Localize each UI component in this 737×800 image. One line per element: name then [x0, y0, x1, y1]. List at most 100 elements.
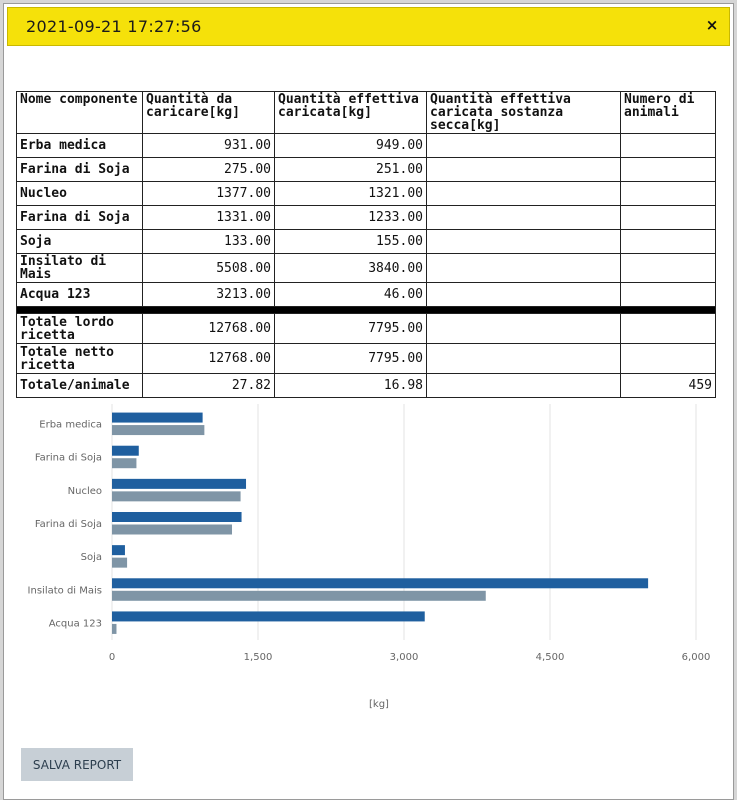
bar-quantita-effettiva[interactable]: [112, 524, 233, 535]
table-row: Totale netto ricetta 12768.00 7795.00: [16, 343, 716, 374]
bar-quantita-da-caricare[interactable]: [112, 478, 247, 489]
bar-quantita-da-caricare[interactable]: [112, 445, 139, 456]
save-report-button[interactable]: SALVA REPORT: [21, 748, 133, 781]
x-axis-label: [kg]: [369, 699, 389, 710]
value-cell: [426, 313, 621, 344]
value-cell: 1321.00: [274, 181, 427, 206]
category-label: Soja: [81, 552, 102, 563]
value-cell: 3840.00: [274, 253, 427, 283]
bar-quantita-effettiva[interactable]: [112, 623, 117, 634]
bar-quantita-da-caricare[interactable]: [112, 512, 242, 522]
bar-quantita-da-caricare[interactable]: [112, 412, 203, 423]
value-cell: [426, 157, 621, 182]
report-table: Nome componente Quantità da caricare[kg]…: [16, 91, 716, 398]
value-cell: 459: [620, 373, 716, 398]
component-name-cell: Nucleo: [16, 181, 143, 206]
value-cell: [426, 253, 621, 283]
value-cell: 251.00: [274, 157, 427, 182]
x-tick-label: 3,000: [390, 652, 419, 663]
category-label: Erba medica: [39, 420, 102, 431]
category-label: Nucleo: [68, 486, 102, 497]
value-cell: 12768.00: [142, 313, 275, 344]
bar-quantita-da-caricare[interactable]: [112, 578, 649, 589]
category-label: Farina di Soja: [35, 519, 102, 530]
value-cell: 1377.00: [142, 181, 275, 206]
table-row: Insilato di Mais 5508.00 3840.00: [16, 253, 716, 283]
column-header: Quantità effettiva caricata[kg]: [274, 91, 427, 134]
close-icon[interactable]: ×: [703, 16, 721, 34]
component-name-cell: Insilato di Mais: [16, 253, 143, 283]
component-name-cell: Soja: [16, 229, 143, 254]
category-label: Insilato di Mais: [28, 585, 102, 596]
component-name-cell: Farina di Soja: [16, 205, 143, 230]
modal-title: 2021-09-21 17:27:56: [26, 17, 202, 36]
table-row: Farina di Soja 1331.00 1233.00: [16, 205, 716, 230]
value-cell: 7795.00: [274, 313, 427, 344]
column-header: Quantità effettiva caricata sostanza sec…: [426, 91, 621, 134]
value-cell: 7795.00: [274, 343, 427, 374]
value-cell: 275.00: [142, 157, 275, 182]
column-header: Quantità da caricare[kg]: [142, 91, 275, 134]
category-label: Farina di Soja: [35, 453, 102, 464]
value-cell: [426, 181, 621, 206]
value-cell: [620, 181, 716, 206]
value-cell: [620, 133, 716, 158]
value-cell: 931.00: [142, 133, 275, 158]
value-cell: [426, 282, 621, 307]
table-separator: [16, 306, 716, 314]
column-header: Numero di animali: [620, 91, 716, 134]
x-tick-label: 1,500: [244, 652, 273, 663]
quantity-bar-chart: 0 1,500 3,000 4,500 6,000 Erba medica Farina d…: [28, 404, 711, 710]
value-cell: [426, 133, 621, 158]
value-cell: 16.98: [274, 373, 427, 398]
value-cell: [426, 373, 621, 398]
component-name-cell: Totale netto ricetta: [16, 343, 143, 374]
value-cell: 155.00: [274, 229, 427, 254]
bar-quantita-effettiva[interactable]: [112, 590, 486, 601]
component-name-cell: Erba medica: [16, 133, 143, 158]
component-name-cell: Acqua 123: [16, 282, 143, 307]
value-cell: [620, 343, 716, 374]
value-cell: 12768.00: [142, 343, 275, 374]
x-tick-label: 4,500: [536, 652, 565, 663]
bar-quantita-da-caricare[interactable]: [112, 545, 125, 556]
bar-quantita-effettiva[interactable]: [112, 458, 137, 469]
value-cell: [426, 343, 621, 374]
table-row: Erba medica 931.00 949.00: [16, 133, 716, 158]
value-cell: [620, 229, 716, 254]
value-cell: 949.00: [274, 133, 427, 158]
x-tick-label: 6,000: [682, 652, 711, 663]
value-cell: [620, 282, 716, 307]
value-cell: [426, 205, 621, 230]
separator-cell: [16, 306, 716, 314]
table-row: Totale/animale 27.82 16.98 459: [16, 373, 716, 398]
value-cell: [620, 157, 716, 182]
value-cell: [620, 205, 716, 230]
category-label: Acqua 123: [49, 618, 102, 629]
table-row: Acqua 123 3213.00 46.00: [16, 282, 716, 307]
component-name-cell: Totale lordo ricetta: [16, 313, 143, 344]
column-header: Nome componente: [16, 91, 143, 134]
value-cell: 1331.00: [142, 205, 275, 230]
table-row: Totale lordo ricetta 12768.00 7795.00: [16, 313, 716, 344]
modal-header: 2021-09-21 17:27:56 ×: [7, 7, 730, 46]
bar-quantita-da-caricare[interactable]: [112, 611, 425, 622]
component-name-cell: Farina di Soja: [16, 157, 143, 182]
x-tick-label: 0: [109, 652, 115, 663]
value-cell: [620, 313, 716, 344]
table-row: Soja 133.00 155.00: [16, 229, 716, 254]
table-row: Farina di Soja 275.00 251.00: [16, 157, 716, 182]
value-cell: [620, 253, 716, 283]
value-cell: 133.00: [142, 229, 275, 254]
component-name-cell: Totale/animale: [16, 373, 143, 398]
bar-quantita-effettiva[interactable]: [112, 557, 128, 568]
value-cell: 5508.00: [142, 253, 275, 283]
value-cell: 3213.00: [142, 282, 275, 307]
value-cell: 1233.00: [274, 205, 427, 230]
table-row: Nucleo 1377.00 1321.00: [16, 181, 716, 206]
bar-quantita-effettiva[interactable]: [112, 491, 241, 502]
value-cell: 46.00: [274, 282, 427, 307]
value-cell: [426, 229, 621, 254]
bar-quantita-effettiva[interactable]: [112, 425, 205, 436]
value-cell: 27.82: [142, 373, 275, 398]
